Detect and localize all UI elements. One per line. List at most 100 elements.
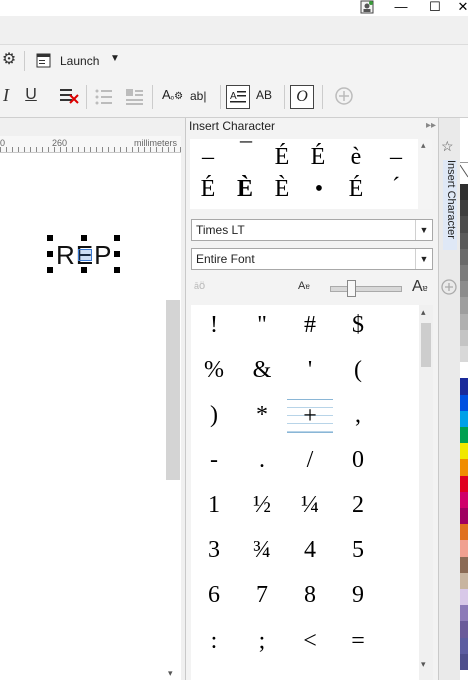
char-cell[interactable]: 8 <box>286 573 334 618</box>
char-cell[interactable]: " <box>238 303 286 348</box>
maximize-button[interactable]: ☐ <box>424 0 446 16</box>
recent-char[interactable]: ¯ <box>234 140 258 167</box>
char-cell[interactable]: 0 <box>334 438 382 483</box>
char-cell[interactable]: * <box>238 393 286 438</box>
launch-button[interactable]: Launch ▼ <box>34 50 124 72</box>
char-cell[interactable]: ' <box>286 348 334 393</box>
drawing-canvas[interactable]: REP <box>0 153 181 680</box>
color-swatch[interactable] <box>460 556 468 573</box>
char-cell[interactable]: # <box>286 303 334 348</box>
insert-character-tab[interactable]: Insert Character <box>443 160 457 250</box>
selection-handle[interactable] <box>81 235 87 241</box>
canvas-vertical-scrollbar[interactable] <box>166 300 180 480</box>
color-swatch[interactable] <box>460 329 468 346</box>
char-cell[interactable]: ½ <box>238 483 286 528</box>
char-cell[interactable]: $ <box>334 303 382 348</box>
selected-char-cell[interactable]: + <box>287 399 333 433</box>
char-cell[interactable]: . <box>238 438 286 483</box>
zoom-slider-thumb[interactable] <box>347 280 356 297</box>
recent-char[interactable]: è <box>344 144 368 171</box>
char-cell[interactable]: - <box>190 438 238 483</box>
color-swatch[interactable] <box>460 265 468 282</box>
user-account-icon[interactable] <box>360 0 374 14</box>
char-cell[interactable]: 2 <box>334 483 382 528</box>
underline-button[interactable]: U <box>22 85 40 105</box>
color-swatch[interactable] <box>460 313 468 330</box>
recent-char[interactable]: È <box>270 176 294 203</box>
color-swatch[interactable] <box>460 540 468 557</box>
options-gear-icon[interactable]: ⚙ <box>0 50 18 70</box>
selection-handle[interactable] <box>47 235 53 241</box>
scroll-up-icon[interactable]: ▴ <box>421 307 426 318</box>
char-cell[interactable]: 9 <box>334 573 382 618</box>
strikeout-list-icon[interactable] <box>58 86 80 106</box>
char-cell[interactable]: 4 <box>286 528 334 573</box>
selection-handle[interactable] <box>81 267 87 273</box>
char-cell[interactable]: < <box>286 619 334 664</box>
color-swatch[interactable] <box>460 248 468 265</box>
recent-char[interactable]: – <box>384 144 408 171</box>
recent-char[interactable]: È <box>233 176 257 203</box>
color-swatch[interactable] <box>460 346 468 363</box>
add-plus-icon[interactable] <box>334 86 354 106</box>
color-swatch[interactable] <box>460 362 468 379</box>
recent-char[interactable]: É <box>344 176 368 203</box>
character-grid-scrollbar[interactable]: ▴ ▾ <box>419 305 433 680</box>
color-swatch[interactable] <box>460 232 468 249</box>
docker-expand-icon[interactable]: ▸▸ <box>426 120 436 131</box>
recent-char[interactable]: É <box>196 176 220 203</box>
opentype-button[interactable]: O <box>290 85 314 109</box>
char-cell[interactable]: ; <box>238 619 286 664</box>
recent-char[interactable]: É <box>306 144 330 171</box>
scroll-down-icon[interactable]: ▾ <box>421 659 426 670</box>
selection-handle[interactable] <box>114 235 120 241</box>
char-cell[interactable]: & <box>238 348 286 393</box>
close-button[interactable]: ✕ <box>452 0 468 16</box>
color-swatch[interactable] <box>460 297 468 314</box>
char-cell[interactable]: 6 <box>190 573 238 618</box>
color-swatch[interactable] <box>460 459 468 476</box>
char-cell[interactable]: 1 <box>190 483 238 528</box>
color-swatch[interactable] <box>460 524 468 541</box>
font-dropdown[interactable]: Times LT ▼ <box>191 219 433 241</box>
color-swatch[interactable] <box>460 491 468 508</box>
color-swatch[interactable] <box>460 637 468 654</box>
zoom-slider[interactable] <box>330 286 402 292</box>
edit-text-button[interactable]: ab| <box>190 89 214 107</box>
color-swatch[interactable] <box>460 281 468 298</box>
char-cell[interactable]: ¼ <box>286 483 334 528</box>
char-cell[interactable]: ¾ <box>238 528 286 573</box>
color-swatch[interactable] <box>460 410 468 427</box>
recent-scroll-up-icon[interactable]: ▴ <box>421 140 426 151</box>
zoom-in-icon[interactable]: Aɐ <box>412 278 428 296</box>
color-swatch[interactable] <box>460 394 468 411</box>
zoom-out-icon[interactable]: Aɐ <box>298 280 310 292</box>
character-formatting-icon[interactable]: Aₒ⚙ <box>162 87 183 107</box>
color-swatch[interactable] <box>460 589 468 606</box>
selected-text-object[interactable]: REP <box>47 235 120 273</box>
char-cell[interactable]: ( <box>334 348 382 393</box>
scroll-thumb[interactable] <box>421 323 431 367</box>
color-swatch[interactable] <box>460 572 468 589</box>
insert-character-star-icon[interactable]: ☆ <box>441 138 454 155</box>
minimize-button[interactable]: — <box>390 0 412 16</box>
color-swatch[interactable] <box>460 378 468 395</box>
char-cell[interactable]: = <box>334 619 382 664</box>
char-cell[interactable]: : <box>190 619 238 664</box>
char-cell[interactable]: / <box>286 438 334 483</box>
color-swatch[interactable] <box>460 443 468 460</box>
recent-char[interactable]: É <box>270 144 294 171</box>
color-swatch[interactable] <box>460 427 468 444</box>
selection-handle[interactable] <box>47 251 53 257</box>
subset-dropdown[interactable]: Entire Font ▼ <box>191 248 433 270</box>
text-frame-icon[interactable]: A <box>226 85 250 109</box>
char-cell[interactable]: ) <box>190 393 238 438</box>
color-swatch[interactable] <box>460 621 468 638</box>
center-marker-icon[interactable] <box>78 249 92 261</box>
no-color-swatch[interactable] <box>459 162 468 183</box>
color-swatch[interactable] <box>460 216 468 233</box>
color-swatch[interactable] <box>460 508 468 525</box>
column-text-button[interactable]: AB <box>256 88 278 108</box>
color-swatch[interactable] <box>460 605 468 622</box>
char-cell[interactable]: % <box>190 348 238 393</box>
